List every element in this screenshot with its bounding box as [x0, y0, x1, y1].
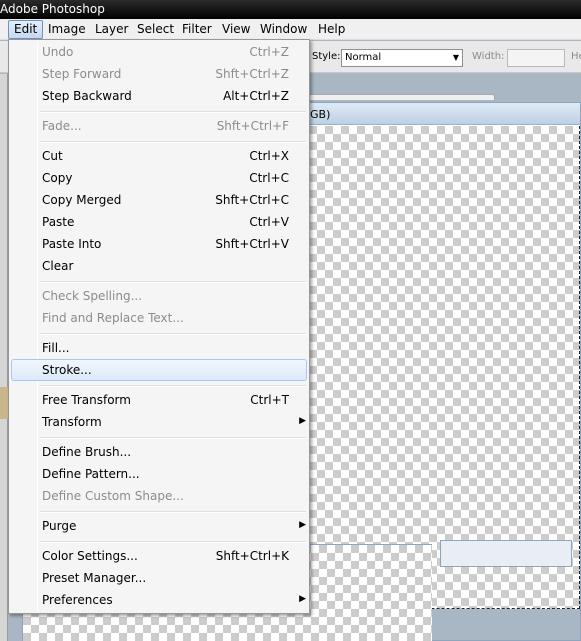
menu-edit[interactable]: Edit	[8, 20, 44, 39]
menu-item-stroke[interactable]: Stroke...	[11, 359, 307, 381]
menu-item-shortcut: Ctrl+Z	[249, 45, 289, 59]
menu-item-label: Define Pattern...	[42, 467, 140, 481]
menu-select[interactable]: Select	[137, 22, 174, 36]
submenu-arrow-icon: ▶	[299, 594, 306, 604]
menu-item-label: Fill...	[42, 341, 70, 355]
edit-menu-dropdown: Undo Ctrl+Z Step Forward Shft+Ctrl+Z Ste…	[8, 39, 310, 614]
menu-separator	[40, 385, 306, 387]
menu-item-label: Undo	[42, 45, 74, 59]
menu-item-label: Step Forward	[42, 67, 122, 81]
menu-filter[interactable]: Filter	[182, 22, 212, 36]
menu-item-transform[interactable]: Transform ▶	[11, 411, 307, 433]
menu-item-label: Find and Replace Text...	[42, 311, 184, 325]
menu-item-undo[interactable]: Undo Ctrl+Z	[11, 41, 307, 63]
menu-item-shortcut: Ctrl+C	[249, 171, 289, 185]
menu-item-label: Paste Into	[42, 237, 102, 251]
height-label: He	[571, 51, 581, 62]
menu-help[interactable]: Help	[318, 22, 345, 36]
menu-item-shortcut: Alt+Ctrl+Z	[223, 89, 289, 103]
menu-item-find-replace[interactable]: Find and Replace Text...	[11, 307, 307, 329]
menu-item-shortcut: Ctrl+T	[250, 393, 289, 407]
menu-item-label: Paste	[42, 215, 75, 229]
document-title: GB)	[310, 108, 331, 121]
menu-item-shortcut: Ctrl+V	[249, 215, 289, 229]
menu-item-preset-manager[interactable]: Preset Manager...	[11, 567, 307, 589]
style-select-value: Normal	[345, 52, 382, 63]
menu-separator	[40, 281, 306, 283]
menu-item-copy[interactable]: Copy Ctrl+C	[11, 167, 307, 189]
menu-item-label: Preset Manager...	[42, 571, 147, 585]
toolbox-panel[interactable]	[0, 74, 8, 641]
menu-item-label: Copy	[42, 171, 73, 185]
menu-item-label: Cut	[42, 149, 63, 163]
menu-item-fill[interactable]: Fill...	[11, 337, 307, 359]
menu-item-shortcut: Shft+Ctrl+F	[216, 119, 289, 133]
menu-item-shortcut: Ctrl+X	[249, 149, 289, 163]
menu-item-label: Define Brush...	[42, 445, 132, 459]
menu-item-free-transform[interactable]: Free Transform Ctrl+T	[11, 389, 307, 411]
menu-separator	[40, 511, 306, 513]
menu-item-label: Fade...	[42, 119, 82, 133]
menu-item-define-pattern[interactable]: Define Pattern...	[11, 463, 307, 485]
menu-item-paste[interactable]: Paste Ctrl+V	[11, 211, 307, 233]
toolbox-color-swatch[interactable]	[0, 387, 8, 419]
menu-item-label: Check Spelling...	[42, 289, 143, 303]
menu-item-shortcut: Shft+Ctrl+C	[215, 193, 289, 207]
menu-item-label: Copy Merged	[42, 193, 122, 207]
menu-item-copy-merged[interactable]: Copy Merged Shft+Ctrl+C	[11, 189, 307, 211]
menu-item-clear[interactable]: Clear	[11, 255, 307, 277]
window-titlebar: Adobe Photoshop	[0, 0, 581, 19]
menu-item-label: Preferences	[42, 593, 113, 607]
menu-item-shortcut: Shft+Ctrl+V	[215, 237, 289, 251]
menu-item-color-settings[interactable]: Color Settings... Shft+Ctrl+K	[11, 545, 307, 567]
menu-bar: Edit Image Layer Select Filter View Wind…	[0, 19, 581, 40]
menu-item-label: Free Transform	[42, 393, 131, 407]
style-label: Style:	[312, 51, 341, 62]
menu-item-define-custom-shape[interactable]: Define Custom Shape...	[11, 485, 307, 507]
menu-item-label: Clear	[42, 259, 74, 273]
menu-item-label: Color Settings...	[42, 549, 138, 563]
menu-separator	[40, 141, 306, 143]
menu-layer[interactable]: Layer	[95, 22, 128, 36]
width-label: Width:	[472, 51, 505, 62]
menu-item-label: Purge	[42, 519, 77, 533]
menu-window[interactable]: Window	[260, 22, 307, 36]
menu-separator	[40, 111, 306, 113]
menu-separator	[40, 333, 306, 335]
menu-item-check-spelling[interactable]: Check Spelling...	[11, 285, 307, 307]
menu-item-paste-into[interactable]: Paste Into Shft+Ctrl+V	[11, 233, 307, 255]
menu-item-purge[interactable]: Purge ▶	[11, 515, 307, 537]
menu-view[interactable]: View	[222, 22, 250, 36]
menu-separator	[40, 437, 306, 439]
app-title: Adobe Photoshop	[0, 2, 105, 16]
menu-item-label: Define Custom Shape...	[42, 489, 184, 503]
menu-item-step-forward[interactable]: Step Forward Shft+Ctrl+Z	[11, 63, 307, 85]
menu-item-cut[interactable]: Cut Ctrl+X	[11, 145, 307, 167]
document-titlebar[interactable]: GB)	[301, 103, 580, 125]
style-select[interactable]: Normal ▼	[341, 49, 463, 67]
width-input[interactable]	[507, 49, 565, 67]
menu-item-label: Transform	[42, 415, 102, 429]
document-canvas[interactable]	[301, 126, 580, 609]
menu-item-define-brush[interactable]: Define Brush...	[11, 441, 307, 463]
chevron-down-icon: ▼	[452, 53, 459, 62]
menu-item-fade[interactable]: Fade... Shft+Ctrl+F	[11, 115, 307, 137]
menu-item-step-backward[interactable]: Step Backward Alt+Ctrl+Z	[11, 85, 307, 107]
submenu-arrow-icon: ▶	[299, 520, 306, 530]
submenu-arrow-icon: ▶	[299, 416, 306, 426]
menu-separator	[40, 541, 306, 543]
menu-item-label: Stroke...	[42, 363, 92, 377]
menu-item-shortcut: Shft+Ctrl+Z	[215, 67, 289, 81]
doc-tab-strip	[300, 94, 495, 100]
menu-item-preferences[interactable]: Preferences ▶	[11, 589, 307, 611]
menu-item-shortcut: Shft+Ctrl+K	[215, 549, 289, 563]
menu-image[interactable]: Image	[48, 22, 86, 36]
background-document-window[interactable]	[440, 540, 572, 567]
menu-item-label: Step Backward	[42, 89, 132, 103]
